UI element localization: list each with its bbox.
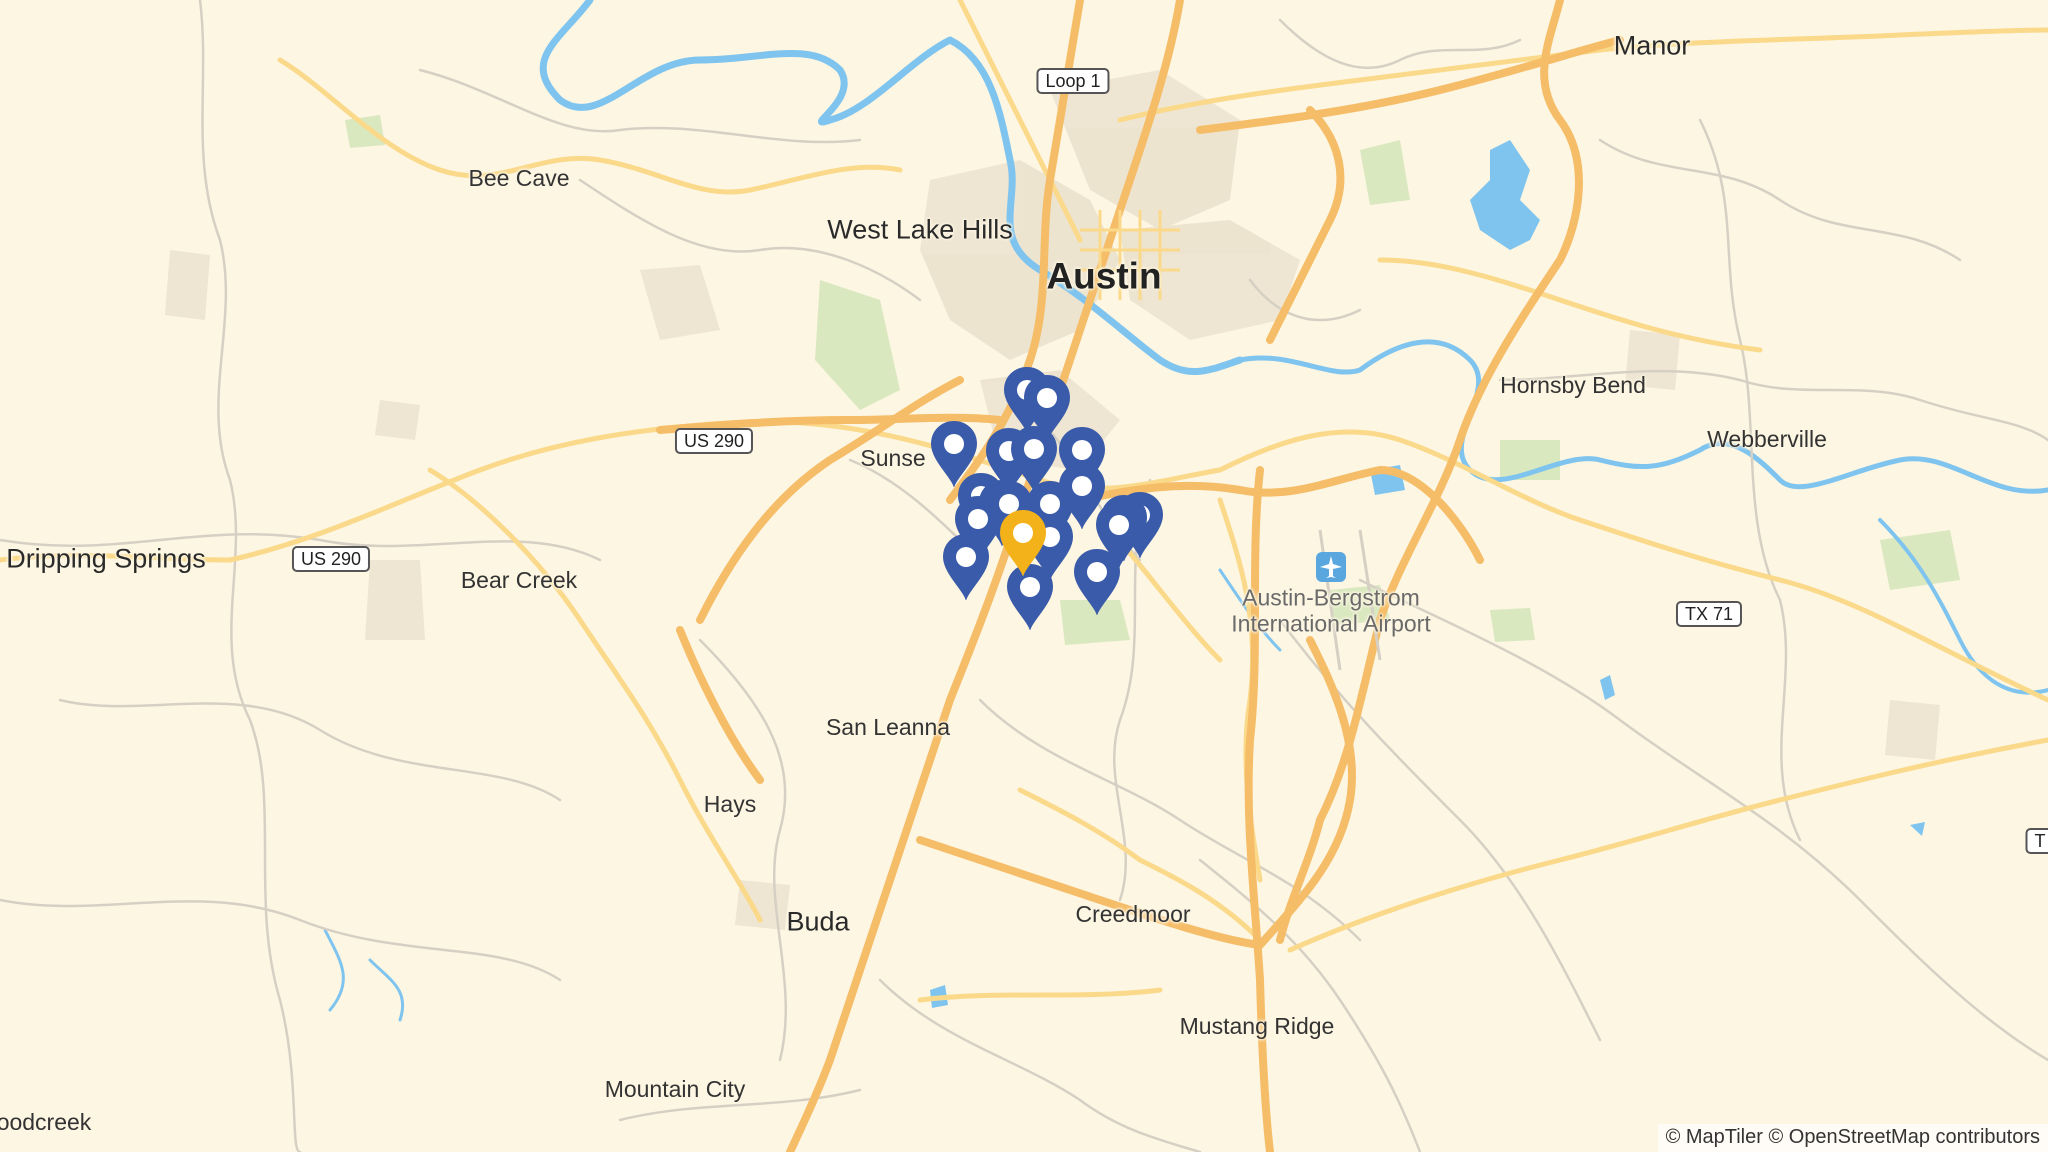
- map-marker[interactable]: [940, 532, 992, 600]
- place-label-hays: Hays: [703, 790, 757, 817]
- place-label-airport: Austin-Bergstrom International Airport: [1231, 585, 1430, 638]
- place-label-bear-creek: Bear Creek: [460, 566, 578, 593]
- place-label-mustang-ridge: Mustang Ridge: [1179, 1012, 1335, 1039]
- place-label-webberville: Webberville: [1707, 425, 1827, 452]
- place-label-buda: Buda: [786, 906, 850, 937]
- map-marker[interactable]: [1071, 547, 1123, 615]
- place-label-hornsby-bend: Hornsby Bend: [1500, 371, 1646, 398]
- road-shield-edge: T: [2025, 828, 2048, 854]
- airport-label-line2: International Airport: [1231, 611, 1431, 637]
- road-shield-us290-east: US 290: [674, 428, 754, 454]
- road-shield-tx71: TX 71: [1675, 601, 1743, 627]
- map-view[interactable]: Manor Bee Cave West Lake Hills Austin Ho…: [0, 0, 2048, 1152]
- road-shield-us290-west: US 290: [291, 546, 371, 572]
- place-label-san-leanna: San Leanna: [825, 713, 951, 740]
- place-label-bee-cave: Bee Cave: [468, 164, 570, 191]
- place-label-creedmoor: Creedmoor: [1075, 900, 1191, 927]
- map-marker-selected[interactable]: [997, 508, 1049, 576]
- map-attribution[interactable]: © MapTiler © OpenStreetMap contributors: [1657, 1124, 2048, 1152]
- place-label-woodcreek: oodcreek: [0, 1108, 92, 1135]
- road-shield-loop1: Loop 1: [1036, 68, 1110, 94]
- place-label-austin: Austin: [1046, 255, 1162, 297]
- place-label-dripping-springs: Dripping Springs: [6, 543, 206, 574]
- map-pin-icon: [942, 533, 990, 600]
- map-pin-icon: [1073, 548, 1121, 615]
- airport-label-line1: Austin-Bergstrom: [1242, 584, 1420, 611]
- place-label-west-lake-hills: West Lake Hills: [827, 214, 1013, 245]
- airport-icon: [1316, 552, 1346, 582]
- place-label-mountain-city: Mountain City: [604, 1075, 746, 1102]
- place-label-manor: Manor: [1613, 30, 1691, 61]
- map-pin-icon: [999, 509, 1047, 576]
- place-label-sunset-valley: Sunse: [860, 444, 926, 471]
